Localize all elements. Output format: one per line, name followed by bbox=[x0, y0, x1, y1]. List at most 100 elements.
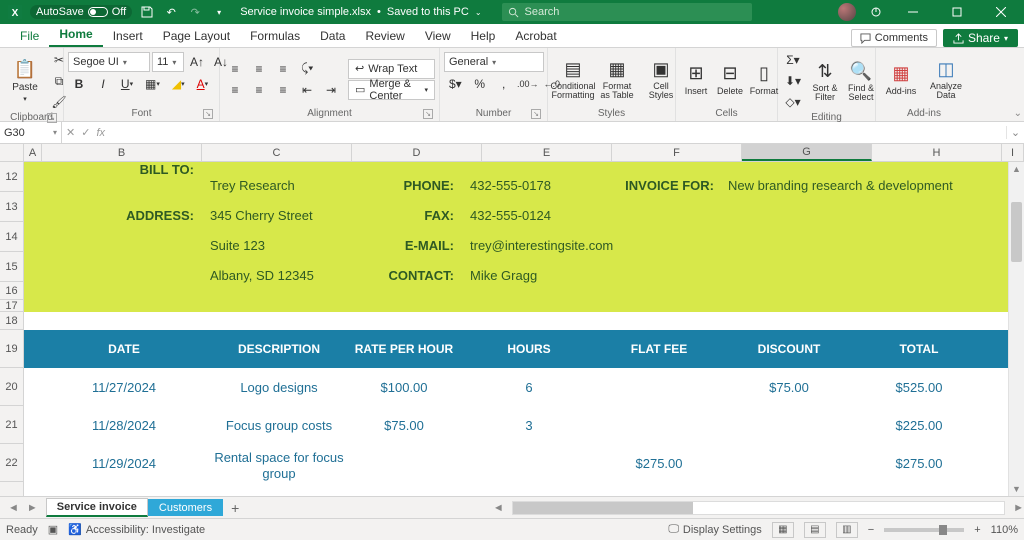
tab-scroll-right-icon[interactable]: ► bbox=[1013, 502, 1024, 514]
macro-record-icon[interactable]: ▣ bbox=[48, 523, 58, 536]
search-box[interactable]: Search bbox=[502, 3, 752, 21]
comments-button[interactable]: Comments bbox=[851, 29, 937, 47]
tab-file[interactable]: File bbox=[10, 25, 49, 47]
saved-dropdown-icon[interactable]: ⌄ bbox=[475, 8, 482, 17]
row-header[interactable]: 21 bbox=[0, 406, 23, 444]
qat-dropdown-icon[interactable]: ▾ bbox=[210, 3, 228, 21]
cell-date[interactable]: 11/27/2024 bbox=[74, 380, 174, 395]
insert-cells-button[interactable]: ⊞Insert bbox=[680, 61, 712, 98]
tab-home[interactable]: Home bbox=[49, 23, 102, 47]
page-layout-view-button[interactable]: ▤ bbox=[804, 522, 826, 538]
row-header[interactable]: 14 bbox=[0, 222, 23, 252]
autosum-button[interactable]: Σ▾ bbox=[782, 50, 804, 70]
enter-formula-icon[interactable]: ✓ bbox=[81, 126, 90, 139]
increase-decimal-button[interactable]: .00→ bbox=[517, 74, 539, 94]
dialog-launcher-icon[interactable]: ↘ bbox=[47, 113, 57, 123]
cell-disc[interactable]: $75.00 bbox=[734, 380, 844, 395]
column-header[interactable]: H bbox=[872, 144, 1002, 161]
paste-button[interactable]: 📋 Paste ▾ bbox=[4, 57, 46, 105]
cell-rate[interactable]: $75.00 bbox=[334, 418, 474, 433]
sheet-tab-active[interactable]: Service invoice bbox=[46, 498, 148, 517]
column-header[interactable]: C bbox=[202, 144, 352, 161]
row-header[interactable]: 13 bbox=[0, 192, 23, 222]
tab-scroll-left-icon[interactable]: ◄ bbox=[493, 502, 504, 514]
sheet-tab-customers[interactable]: Customers bbox=[148, 499, 223, 516]
column-header[interactable]: E bbox=[482, 144, 612, 161]
column-header[interactable]: G bbox=[742, 144, 872, 161]
cell-date[interactable]: 11/29/2024 bbox=[74, 456, 174, 471]
wrap-text-button[interactable]: ↩Wrap Text bbox=[348, 59, 435, 79]
tab-view[interactable]: View bbox=[415, 25, 461, 47]
name-box[interactable]: G30 ▾ bbox=[0, 122, 62, 143]
tab-review[interactable]: Review bbox=[355, 25, 414, 47]
orientation-button[interactable]: ⤹▾ bbox=[296, 59, 318, 79]
bold-button[interactable]: B bbox=[68, 74, 90, 94]
font-name-combo[interactable]: Segoe UI▾ bbox=[68, 52, 150, 72]
tab-insert[interactable]: Insert bbox=[103, 25, 153, 47]
comma-button[interactable]: , bbox=[493, 74, 515, 94]
fx-icon[interactable]: fx bbox=[96, 127, 105, 139]
page-break-view-button[interactable]: ▥ bbox=[836, 522, 858, 538]
row-header[interactable]: 17 bbox=[0, 300, 23, 312]
align-center-button[interactable]: ≡ bbox=[248, 80, 270, 100]
add-sheet-button[interactable]: + bbox=[223, 500, 247, 516]
font-color-button[interactable]: A▾ bbox=[192, 74, 214, 94]
percent-button[interactable]: % bbox=[469, 74, 491, 94]
format-cells-button[interactable]: ▯Format bbox=[748, 61, 780, 98]
row-header[interactable]: 20 bbox=[0, 368, 23, 406]
zoom-level[interactable]: 110% bbox=[991, 524, 1018, 536]
number-format-combo[interactable]: General▾ bbox=[444, 52, 544, 72]
column-header[interactable]: F bbox=[612, 144, 742, 161]
cell-desc[interactable]: Focus group costs bbox=[204, 418, 354, 433]
tab-help[interactable]: Help bbox=[461, 25, 506, 47]
analyze-data-button[interactable]: ◫Analyze Data bbox=[924, 57, 968, 102]
scroll-down-icon[interactable]: ▼ bbox=[1009, 484, 1024, 494]
close-button[interactable] bbox=[984, 0, 1018, 24]
row-header[interactable]: 19 bbox=[0, 330, 23, 368]
zoom-out-button[interactable]: − bbox=[868, 524, 874, 536]
normal-view-button[interactable]: ▦ bbox=[772, 522, 794, 538]
dialog-launcher-icon[interactable]: ↘ bbox=[203, 109, 213, 119]
scroll-up-icon[interactable]: ▲ bbox=[1009, 164, 1024, 174]
cell-date[interactable]: 11/28/2024 bbox=[74, 418, 174, 433]
format-as-table-button[interactable]: ▦Format as Table bbox=[596, 57, 638, 102]
italic-button[interactable]: I bbox=[92, 74, 114, 94]
cell-hours[interactable]: 3 bbox=[474, 418, 584, 433]
accessibility-status[interactable]: ♿ Accessibility: Investigate bbox=[68, 523, 205, 536]
row-header[interactable]: 22 bbox=[0, 444, 23, 482]
borders-button[interactable]: ▦▾ bbox=[140, 74, 165, 94]
column-header[interactable]: A bbox=[24, 144, 42, 161]
column-header[interactable]: D bbox=[352, 144, 482, 161]
collapse-ribbon-icon[interactable]: ⌄ bbox=[1014, 108, 1022, 119]
cancel-formula-icon[interactable]: ✕ bbox=[66, 126, 75, 139]
redo-icon[interactable]: ↷ bbox=[186, 3, 204, 21]
align-top-button[interactable]: ≡ bbox=[224, 59, 246, 79]
cell-hours[interactable]: 6 bbox=[474, 380, 584, 395]
vertical-scrollbar[interactable]: ▲ ▼ bbox=[1008, 162, 1024, 496]
tab-acrobat[interactable]: Acrobat bbox=[505, 25, 566, 47]
tab-formulas[interactable]: Formulas bbox=[240, 25, 310, 47]
addins-button[interactable]: ▦Add-ins bbox=[880, 61, 922, 98]
fill-color-button[interactable]: ◢▾ bbox=[167, 74, 190, 94]
ribbon-display-icon[interactable] bbox=[866, 0, 886, 24]
horizontal-scrollbar[interactable] bbox=[512, 501, 1005, 515]
cells-area[interactable]: BILL TO: Trey Research ADDRESS: 345 Cher… bbox=[24, 162, 1024, 496]
save-icon[interactable] bbox=[138, 3, 156, 21]
display-settings-button[interactable]: 🖵 Display Settings bbox=[668, 523, 761, 536]
column-header[interactable]: I bbox=[1002, 144, 1024, 161]
align-right-button[interactable]: ≡ bbox=[272, 80, 294, 100]
column-header[interactable]: B bbox=[42, 144, 202, 161]
cell-desc[interactable]: Logo designs bbox=[204, 380, 354, 395]
merge-center-button[interactable]: ▭Merge & Center▾ bbox=[348, 80, 435, 100]
undo-icon[interactable]: ↶ bbox=[162, 3, 180, 21]
tab-page-layout[interactable]: Page Layout bbox=[153, 25, 240, 47]
autosave-toggle[interactable]: AutoSave Off bbox=[30, 5, 132, 19]
sheet-nav-next-icon[interactable]: ► bbox=[27, 502, 38, 514]
increase-indent-button[interactable]: ⇥ bbox=[320, 80, 342, 100]
row-header[interactable]: 12 bbox=[0, 162, 23, 192]
formula-input[interactable] bbox=[109, 122, 1006, 143]
minimize-button[interactable] bbox=[896, 0, 930, 24]
share-button[interactable]: Share ▾ bbox=[943, 29, 1018, 47]
scrollbar-thumb[interactable] bbox=[1011, 202, 1022, 262]
cell-desc[interactable]: Rental space for focus group bbox=[204, 450, 354, 481]
